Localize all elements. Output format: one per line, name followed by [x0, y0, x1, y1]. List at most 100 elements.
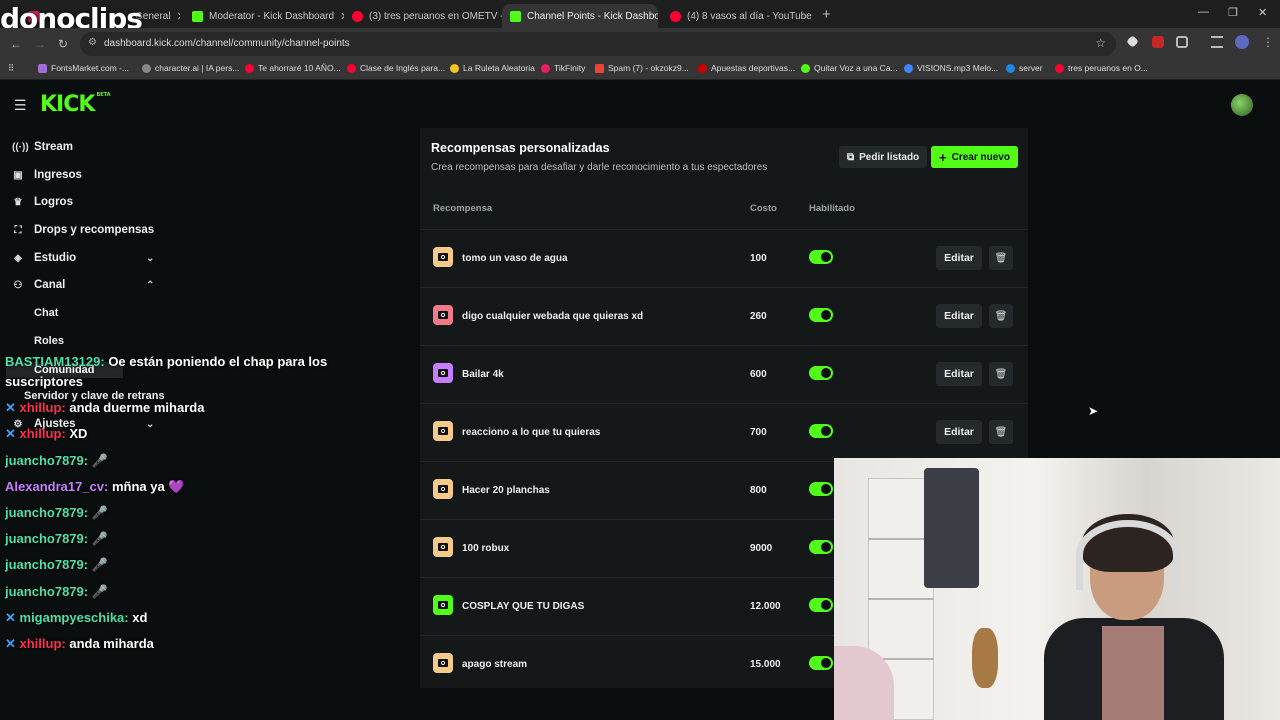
restore-icon[interactable]: ❐ — [1228, 6, 1238, 19]
chat-message: juancho7879: 🎤 — [5, 453, 108, 469]
browser-menu-icon[interactable]: ⋮ — [1262, 35, 1274, 49]
sidebar-item-drops[interactable]: ⛶ Drops y recompensas — [12, 224, 155, 236]
bookmark-item[interactable]: FontsMarket.com -... — [38, 63, 129, 73]
enabled-toggle[interactable] — [809, 366, 833, 380]
edit-button[interactable]: Editar — [936, 246, 982, 270]
extension-icon[interactable] — [1152, 36, 1164, 48]
request-list-button[interactable]: ⧉ Pedir listado — [839, 146, 928, 168]
enabled-toggle[interactable] — [809, 308, 833, 322]
delete-button[interactable]: 🗑 — [989, 246, 1013, 270]
media-control-icon[interactable] — [1211, 36, 1223, 48]
bookmark-favicon-icon — [450, 63, 459, 73]
chat-text: 🎤 — [88, 557, 108, 572]
bookmarks-bar: ⠿ FontsMarket.com -... character.ai | IA… — [0, 60, 1280, 80]
column-header-cost[interactable]: Costo — [750, 203, 777, 214]
enabled-toggle[interactable] — [809, 656, 833, 670]
reward-ticket-icon — [433, 653, 453, 673]
reward-ticket-icon — [433, 247, 453, 267]
reward-ticket-icon — [433, 363, 453, 383]
delete-button[interactable]: 🗑 — [989, 304, 1013, 328]
browser-tab-strip: General ✕ Moderator - Kick Dashboard ✕ (… — [0, 0, 1280, 28]
edit-button[interactable]: Editar — [936, 362, 982, 386]
apps-grid-icon[interactable]: ⠿ — [8, 63, 14, 74]
enabled-toggle[interactable] — [809, 482, 833, 496]
edit-button[interactable]: Editar — [936, 420, 982, 444]
beta-badge: BETA — [96, 92, 111, 98]
browser-tab[interactable]: Moderator - Kick Dashboard ✕ — [184, 4, 344, 28]
sidebar-item-estudio[interactable]: ◈ Estudio ⌄ — [12, 252, 154, 264]
edit-button[interactable]: Editar — [936, 304, 982, 328]
window-close-icon[interactable]: ✕ — [1258, 6, 1267, 19]
column-header-reward[interactable]: Recompensa — [433, 203, 492, 214]
chat-text: 🎤 — [88, 531, 108, 546]
reward-cost: 600 — [750, 369, 767, 380]
chat-message: ✕ xhillup: anda mihardа — [5, 636, 154, 652]
enabled-toggle[interactable] — [809, 598, 833, 612]
reward-name: 100 robux — [462, 543, 510, 554]
delete-button[interactable]: 🗑 — [989, 362, 1013, 386]
kick-logo[interactable]: KICK BETA — [40, 92, 111, 117]
site-info-icon[interactable]: ⚙ — [88, 37, 97, 48]
reward-cost: 700 — [750, 427, 767, 438]
bookmark-item[interactable]: Quitar Voz a una Ca... — [801, 63, 898, 73]
delete-button[interactable]: 🗑 — [989, 420, 1013, 444]
user-avatar[interactable] — [1231, 94, 1253, 116]
sidebar-item-stream[interactable]: ((·)) Stream — [12, 141, 73, 153]
chat-text: 🎤 — [88, 584, 108, 599]
bookmark-item[interactable]: Te ahorraré 10 AÑO... — [245, 63, 341, 73]
extensions-puzzle-icon[interactable] — [1176, 36, 1188, 48]
logo-text: KICK — [40, 92, 95, 117]
hanging-jacket — [924, 468, 979, 588]
chat-username: Alexandra17_cv: — [5, 479, 109, 494]
forward-icon[interactable]: → — [34, 37, 46, 51]
bookmark-item[interactable]: character.ai | IA pers... — [142, 63, 239, 73]
menu-icon[interactable]: ☰ — [14, 97, 27, 114]
bookmark-favicon-icon — [1006, 63, 1015, 73]
bookmark-item[interactable]: Clase de Inglés para... — [347, 63, 445, 73]
enabled-toggle[interactable] — [809, 424, 833, 438]
extension-icon[interactable] — [1126, 35, 1139, 48]
minimize-icon[interactable]: — — [1198, 6, 1209, 18]
address-bar[interactable]: ⚙ dashboard.kick.com/channel/community/c… — [80, 32, 1116, 56]
chat-username: juancho7879: — [5, 584, 89, 599]
kick-favicon-icon — [192, 10, 203, 22]
browser-tab[interactable]: (4) 8 vasos al día - YouTube ✕ — [662, 4, 818, 28]
reward-ticket-icon — [433, 479, 453, 499]
bookmark-star-icon[interactable]: ☆ — [1095, 36, 1106, 50]
sidebar-subitem-chat[interactable]: Chat — [34, 307, 58, 319]
sidebar-item-label: Estudio — [34, 252, 77, 264]
reward-ticket-icon — [433, 595, 453, 615]
sidebar-subitem-roles[interactable]: Roles — [34, 335, 64, 347]
new-tab-icon[interactable]: + — [822, 6, 831, 23]
close-icon[interactable]: ✕ — [177, 10, 180, 23]
browser-tab-active[interactable]: Channel Points - Kick Dashboa ✕ — [502, 4, 658, 28]
bookmark-item[interactable]: TikFinity — [541, 63, 585, 73]
bookmark-favicon-icon — [38, 63, 47, 73]
chat-message: Alexandra17_cv: mñna ya 💜 — [5, 479, 185, 495]
back-icon[interactable]: ← — [10, 37, 22, 51]
reward-name: Hacer 20 planchas — [462, 485, 550, 496]
enabled-toggle[interactable] — [809, 250, 833, 264]
enabled-toggle[interactable] — [809, 540, 833, 554]
bookmark-item[interactable]: Apuestas deportivas... — [698, 63, 795, 73]
bookmark-item[interactable]: VISIONS.mp3 Melo... — [904, 63, 998, 73]
panel-subtitle: Crea recompensas para desafiar y darle r… — [431, 162, 768, 173]
chat-message: juancho7879: 🎤 — [5, 557, 108, 573]
bookmark-item[interactable]: server — [1006, 63, 1043, 73]
bookmark-item[interactable]: La Ruleta Aleatoria — [450, 63, 535, 73]
browser-tab[interactable]: (3) tres peruanos en OMETV - Y ✕ — [344, 4, 504, 28]
sidebar-item-ingresos[interactable]: ▣ Ingresos — [12, 169, 82, 181]
headset — [1076, 520, 1180, 590]
profile-avatar-icon[interactable] — [1235, 35, 1249, 49]
column-header-enabled[interactable]: Habilitado — [809, 203, 855, 214]
reward-name: Bailar 4k — [462, 369, 504, 380]
bookmark-item[interactable]: tres peruanos en O... — [1055, 63, 1148, 73]
create-new-button[interactable]: + Crear nuevo — [931, 146, 1018, 168]
sidebar-item-logros[interactable]: ♛ Logros — [12, 196, 73, 208]
table-row: Bailar 4k 600 Editar 🗑 — [420, 345, 1028, 403]
bookmark-item[interactable]: Spam (7) - okzokz9... — [595, 63, 689, 73]
reload-icon[interactable]: ↻ — [58, 37, 68, 51]
trophy-icon: ♛ — [13, 196, 23, 208]
sidebar-item-canal[interactable]: ⚇ Canal ⌃ — [12, 279, 155, 291]
youtube-favicon-icon — [352, 10, 363, 22]
